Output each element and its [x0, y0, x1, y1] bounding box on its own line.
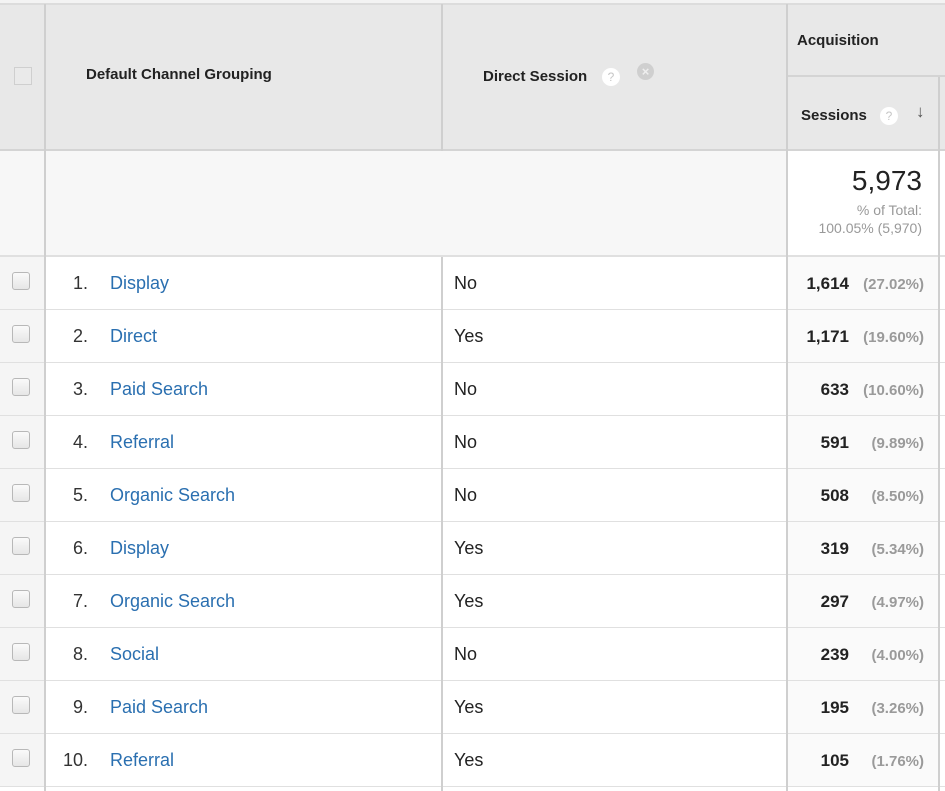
table-row: 10. Referral Yes 105 (1.76%) — [0, 734, 945, 787]
direct-session-value: Yes — [454, 591, 484, 611]
direct-session-value: No — [454, 485, 478, 505]
sessions-cell: 105 (1.76%) — [787, 734, 938, 787]
sessions-cell: 1,614 (27.02%) — [787, 257, 938, 310]
sessions-value: 633 — [820, 380, 849, 399]
direct-session-value: No — [454, 379, 478, 399]
sessions-cell: 633 (10.60%) — [787, 363, 938, 416]
sessions-percent: (27.02%) — [863, 276, 924, 293]
pct-of-total-label: % of Total: — [856, 202, 922, 218]
sessions-percent: (1.76%) — [871, 753, 924, 770]
row-divider — [0, 786, 945, 787]
table-row: 6. Display Yes 319 (5.34%) — [0, 522, 945, 575]
table-row: 1. Display No 1,614 (27.02%) — [0, 257, 945, 310]
sessions-value: 508 — [820, 486, 849, 505]
channel-link[interactable]: Social — [110, 644, 159, 665]
pct-of-total-value: 100.05% (5,970) — [818, 220, 922, 236]
direct-session-value: No — [454, 273, 478, 293]
table-row: 2. Direct Yes 1,171 (19.60%) — [0, 310, 945, 363]
sessions-percent: (5.34%) — [871, 541, 924, 558]
sessions-cell: 508 (8.50%) — [787, 469, 938, 522]
sessions-value: 297 — [820, 592, 849, 611]
sessions-cell: 195 (3.26%) — [787, 681, 938, 734]
select-all-checkbox[interactable] — [14, 67, 32, 85]
table-row: 8. Social No 239 (4.00%) — [0, 628, 945, 681]
sort-descending-arrow-icon[interactable]: ↓ — [916, 102, 925, 122]
sessions-percent: (4.97%) — [871, 594, 924, 611]
channel-link[interactable]: Paid Search — [110, 697, 208, 718]
channel-link[interactable]: Referral — [110, 750, 174, 771]
channel-link[interactable]: Referral — [110, 432, 174, 453]
column-divider — [938, 77, 940, 791]
table-row: 5. Organic Search No 508 (8.50%) — [0, 469, 945, 522]
sessions-value: 1,171 — [806, 327, 849, 346]
sessions-percent: (10.60%) — [863, 382, 924, 399]
column-divider — [44, 4, 46, 791]
help-icon[interactable]: ? — [880, 107, 898, 125]
sessions-cell: 591 (9.89%) — [787, 416, 938, 469]
sessions-percent: (19.60%) — [863, 329, 924, 346]
direct-session-value: Yes — [454, 697, 484, 717]
direct-session-value: Yes — [454, 538, 484, 558]
channel-link[interactable]: Paid Search — [110, 379, 208, 400]
table-row: 4. Referral No 591 (9.89%) — [0, 416, 945, 469]
acquisition-group-header: Acquisition — [797, 32, 879, 49]
table-row: 3. Paid Search No 633 (10.60%) — [0, 363, 945, 416]
channel-link[interactable]: Display — [110, 538, 169, 559]
channel-link[interactable]: Direct — [110, 326, 157, 347]
column-divider — [441, 257, 443, 791]
sessions-percent: (8.50%) — [871, 488, 924, 505]
header-top-line — [0, 3, 945, 5]
sessions-value: 195 — [820, 698, 849, 717]
dimension-header[interactable]: Default Channel Grouping — [86, 66, 272, 83]
total-sessions-value: 5,973 — [851, 165, 922, 196]
sessions-percent: (4.00%) — [871, 647, 924, 664]
sessions-cell: 297 (4.97%) — [787, 575, 938, 628]
group-divider — [787, 75, 945, 77]
sessions-value: 319 — [820, 539, 849, 558]
sessions-percent: (3.26%) — [871, 700, 924, 717]
sessions-value: 239 — [820, 645, 849, 664]
direct-session-value: Yes — [454, 326, 484, 346]
sessions-value: 105 — [820, 751, 849, 770]
column-divider — [786, 4, 788, 791]
sessions-value: 591 — [820, 433, 849, 452]
table-row: 7. Organic Search Yes 297 (4.97%) — [0, 575, 945, 628]
channel-link[interactable]: Organic Search — [110, 591, 235, 612]
sessions-percent: (9.89%) — [871, 435, 924, 452]
channel-link[interactable]: Organic Search — [110, 485, 235, 506]
channel-link[interactable]: Display — [110, 273, 169, 294]
totals-row — [0, 151, 787, 256]
remove-dimension-icon[interactable]: × — [637, 63, 654, 80]
direct-session-value: No — [454, 644, 478, 664]
secondary-dimension-header[interactable]: Direct Session — [483, 68, 587, 85]
table-row: 9. Paid Search Yes 195 (3.26%) — [0, 681, 945, 734]
column-divider — [441, 4, 443, 151]
direct-session-value: Yes — [454, 750, 484, 770]
report-table: Default Channel Grouping Direct Session … — [0, 0, 945, 791]
sessions-header[interactable]: Sessions — [801, 107, 867, 124]
help-icon[interactable]: ? — [602, 68, 620, 86]
direct-session-value: No — [454, 432, 478, 452]
sessions-value: 1,614 — [806, 274, 849, 293]
sessions-cell: 1,171 (19.60%) — [787, 310, 938, 363]
sessions-cell: 319 (5.34%) — [787, 522, 938, 575]
sessions-cell: 239 (4.00%) — [787, 628, 938, 681]
